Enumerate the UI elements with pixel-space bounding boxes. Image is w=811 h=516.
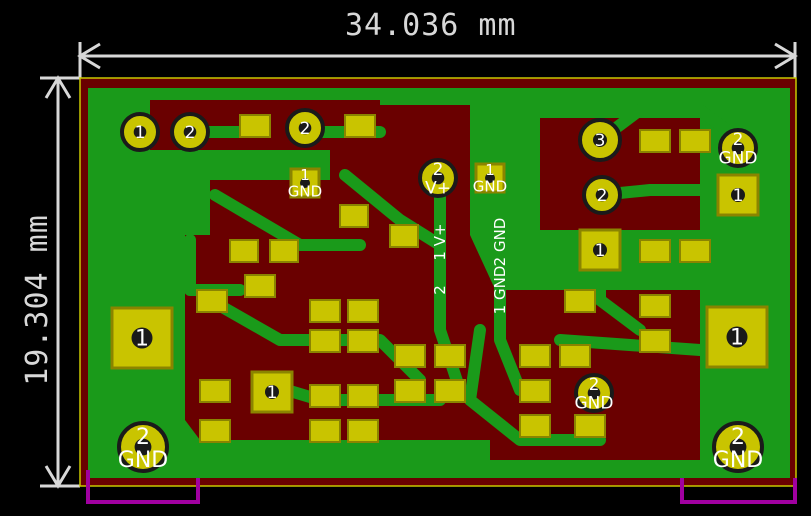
width-dimension-label: 34.036 mm: [345, 8, 517, 43]
pad-number-label: 1: [733, 186, 744, 206]
pad-p16: 2GND: [117, 421, 169, 473]
pcb-board-canvas: 1 2 21GND2V+1GND32 12GND11112GND2GND2GND 1 …: [40, 42, 798, 504]
pad-p2: 2: [170, 112, 210, 152]
pad-number-label: 2: [300, 119, 311, 139]
pad-p1: 1: [120, 112, 160, 152]
height-dimension-label: 19.304 mm: [20, 214, 55, 386]
pad-p15: 2GND: [574, 373, 614, 413]
pad-p8: 2: [582, 175, 622, 215]
pad-net-label: V+: [425, 178, 451, 198]
pad-p5: 2V+: [418, 158, 458, 198]
pcb-layout-view: 1 2 2 1 GND 2 V+ 1 GND 3 2 1 2 GND 1 1 1 1 2 GND 2 GND 2 GND 1 …: [0, 0, 811, 512]
pad-p9: 1: [716, 173, 760, 217]
pad-p13: 1: [250, 370, 294, 414]
pad-number-label: 2: [589, 375, 600, 395]
pad-number-label: 2: [731, 425, 745, 450]
pad-p12: 1: [110, 306, 174, 370]
pad-p17: 2GND: [712, 421, 764, 473]
pad-p11: 1: [578, 228, 622, 272]
pad-p6: 1GND: [473, 161, 507, 196]
connector-label-c3: 2: [431, 285, 449, 295]
pad-number-label: 2: [185, 123, 196, 143]
connector-label-c4: 1 GND: [491, 266, 509, 315]
pad-net-label: GND: [713, 448, 763, 473]
pad-number-label: 1: [300, 166, 310, 184]
pad-p7: 3: [578, 118, 622, 162]
pad-number-label: 1: [135, 123, 146, 143]
pad-net-label: GND: [288, 183, 322, 201]
pad-number-label: 1: [485, 161, 495, 179]
pad-number-label: 1: [135, 327, 149, 352]
connector-label-c1: 1 V+: [431, 223, 449, 260]
pad-net-label: GND: [719, 148, 758, 168]
pad-net-label: GND: [575, 393, 614, 413]
pad-number-label: 1: [595, 241, 606, 261]
pad-p3: 2: [285, 108, 325, 148]
pad-number-label: 2: [733, 130, 744, 150]
pad-number-label: 2: [136, 425, 150, 450]
pad-p10: 2GND: [718, 128, 758, 168]
width-dimension-arrow: [77, 42, 798, 78]
pad-number-label: 1: [267, 383, 278, 403]
pad-net-label: GND: [473, 178, 507, 196]
connector-label-c2: 2 GND: [491, 218, 509, 267]
pad-p14: 1: [705, 305, 769, 369]
pad-number-label: 3: [595, 131, 606, 151]
pad-number-label: 2: [433, 160, 444, 180]
pad-net-label: GND: [118, 448, 168, 473]
pad-number-label: 2: [597, 186, 608, 206]
pad-number-label: 1: [730, 326, 744, 351]
pad-p4: 1GND: [288, 166, 322, 201]
